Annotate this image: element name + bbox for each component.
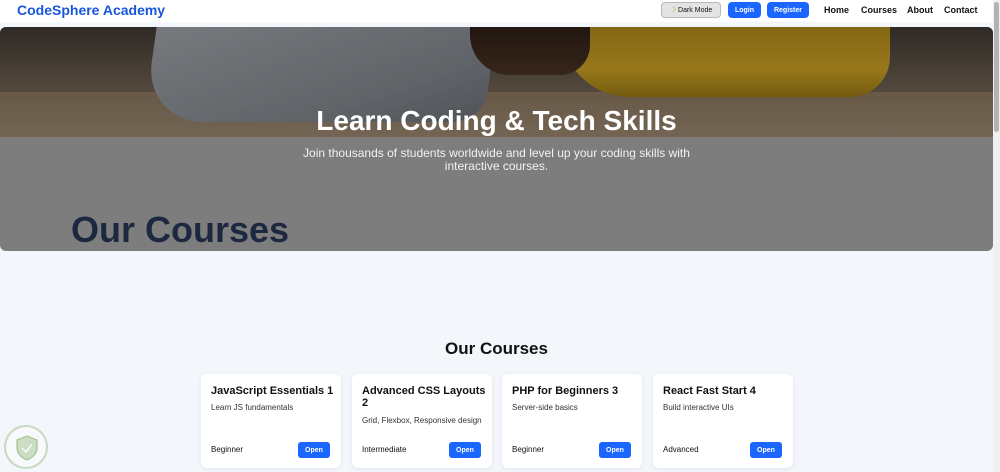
hero-banner: Learn Coding & Tech Skills Join thousand… — [0, 27, 993, 251]
course-card: PHP for Beginners 3 Server-side basics B… — [502, 374, 642, 468]
register-button[interactable]: Register — [767, 2, 809, 18]
open-course-button[interactable]: Open — [298, 442, 330, 458]
navbar: CodeSphere Academy ☽ Dark Mode Login Reg… — [0, 0, 1000, 22]
nav-link-contact[interactable]: Contact — [944, 5, 978, 15]
open-course-button[interactable]: Open — [599, 442, 631, 458]
course-description: Server-side basics — [512, 403, 578, 412]
course-title: Advanced CSS Layouts 2 — [362, 385, 486, 409]
open-course-button[interactable]: Open — [449, 442, 481, 458]
dark-mode-label: Dark Mode — [678, 6, 713, 14]
course-level: Advanced — [663, 445, 699, 454]
hero-subtitle: Join thousands of students worldwide and… — [303, 146, 690, 173]
course-description: Grid, Flexbox, Responsive design — [362, 416, 482, 425]
courses-section-title: Our Courses — [445, 339, 548, 358]
course-title: React Fast Start 4 — [663, 385, 756, 397]
course-title: JavaScript Essentials 1 — [211, 385, 334, 397]
page-scrollbar[interactable] — [993, 0, 1000, 472]
scroll-thumb[interactable] — [994, 2, 999, 132]
course-level: Beginner — [512, 445, 545, 454]
open-course-button[interactable]: Open — [750, 442, 782, 458]
nav-link-about[interactable]: About — [907, 5, 933, 15]
nav-link-home[interactable]: Home — [824, 5, 849, 15]
dark-mode-button[interactable]: ☽ Dark Mode — [661, 2, 721, 18]
shield-watermark-icon — [4, 425, 48, 469]
course-card: React Fast Start 4 Build interactive UIs… — [653, 374, 793, 468]
nav-link-courses[interactable]: Courses — [861, 5, 897, 15]
login-button[interactable]: Login — [728, 2, 761, 18]
course-description: Build interactive UIs — [663, 403, 734, 412]
moon-icon: ☽ — [669, 7, 677, 14]
hero-courses-heading: Our Courses — [71, 209, 290, 250]
course-card: Advanced CSS Layouts 2 Grid, Flexbox, Re… — [352, 374, 492, 468]
course-title: PHP for Beginners 3 — [512, 385, 619, 397]
hero-title: Learn Coding & Tech Skills — [316, 105, 677, 136]
course-description: Learn JS fundamentals — [211, 403, 294, 412]
brand-logo[interactable]: CodeSphere Academy — [17, 2, 165, 18]
course-level: Beginner — [211, 445, 244, 454]
course-card: JavaScript Essentials 1 Learn JS fundame… — [201, 374, 341, 468]
course-level: Intermediate — [362, 445, 407, 454]
